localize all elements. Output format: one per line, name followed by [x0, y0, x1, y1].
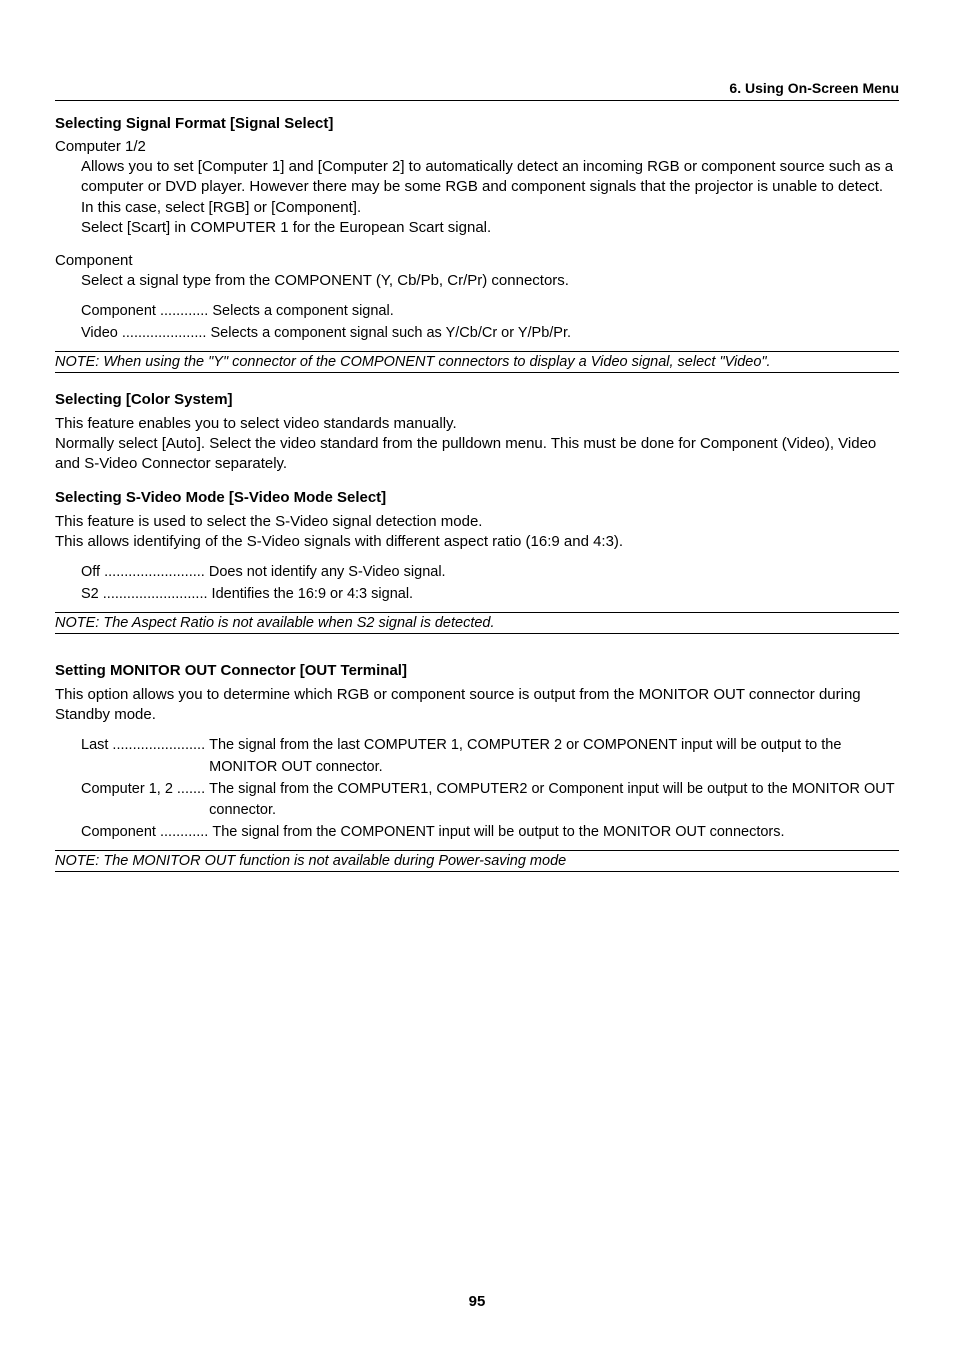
- def-row: Off ......................... Does not i…: [81, 562, 899, 584]
- para-component: Select a signal type from the COMPONENT …: [55, 271, 899, 291]
- def-term: S2 ..........................: [81, 584, 212, 606]
- def-term: Off .........................: [81, 562, 209, 584]
- section-monitor-out-title: Setting MONITOR OUT Connector [OUT Termi…: [55, 662, 899, 679]
- label-component: Component: [55, 252, 899, 269]
- def-desc: The signal from the COMPONENT input will…: [212, 822, 899, 844]
- text: Normally select [Auto]. Select the video…: [55, 435, 876, 472]
- page-number: 95: [0, 1293, 954, 1310]
- def-list-svideo: Off ......................... Does not i…: [55, 562, 899, 606]
- header-rule: [55, 100, 899, 101]
- def-desc: Selects a component signal such as Y/Cb/…: [210, 323, 899, 345]
- def-row: Component ............ Selects a compone…: [81, 301, 899, 323]
- def-row: Computer 1, 2 ....... The signal from th…: [81, 779, 899, 823]
- text: Allows you to set [Computer 1] and [Comp…: [81, 158, 893, 216]
- def-term: Component ............: [81, 822, 212, 844]
- def-term: Video .....................: [81, 323, 210, 345]
- def-list-signal: Component ............ Selects a compone…: [55, 301, 899, 345]
- def-row: Component ............ The signal from t…: [81, 822, 899, 844]
- text: This feature is used to select the S-Vid…: [55, 513, 482, 530]
- text: This feature enables you to select video…: [55, 415, 457, 432]
- note-aspect-ratio: NOTE: The Aspect Ratio is not available …: [55, 612, 899, 634]
- def-list-monitor: Last ....................... The signal …: [55, 735, 899, 844]
- def-row: Video ..................... Selects a co…: [81, 323, 899, 345]
- para-color-system: This feature enables you to select video…: [55, 414, 899, 475]
- section-color-system-title: Selecting [Color System]: [55, 391, 899, 408]
- page-header: 6. Using On-Screen Menu: [55, 80, 899, 96]
- def-desc: Selects a component signal.: [212, 301, 899, 323]
- def-desc: Does not identify any S-Video signal.: [209, 562, 899, 584]
- def-term: Computer 1, 2 .......: [81, 779, 209, 823]
- def-desc: The signal from the last COMPUTER 1, COM…: [209, 735, 899, 779]
- text: Select [Scart] in COMPUTER 1 for the Eur…: [81, 219, 491, 236]
- label-computer-12: Computer 1/2: [55, 138, 899, 155]
- def-row: Last ....................... The signal …: [81, 735, 899, 779]
- section-signal-select-title: Selecting Signal Format [Signal Select]: [55, 115, 899, 132]
- def-row: S2 .......................... Identifies…: [81, 584, 899, 606]
- def-term: Last .......................: [81, 735, 209, 779]
- note-signal-video: NOTE: When using the "Y" connector of th…: [55, 351, 899, 373]
- def-desc: Identifies the 16:9 or 4:3 signal.: [212, 584, 899, 606]
- def-term: Component ............: [81, 301, 212, 323]
- section-svideo-title: Selecting S-Video Mode [S-Video Mode Sel…: [55, 489, 899, 506]
- para-svideo: This feature is used to select the S-Vid…: [55, 512, 899, 553]
- para-computer-12: Allows you to set [Computer 1] and [Comp…: [55, 157, 899, 238]
- para-monitor-out: This option allows you to determine whic…: [55, 685, 899, 726]
- text: This allows identifying of the S-Video s…: [55, 533, 623, 550]
- def-desc: The signal from the COMPUTER1, COMPUTER2…: [209, 779, 899, 823]
- note-monitor-out: NOTE: The MONITOR OUT function is not av…: [55, 850, 899, 872]
